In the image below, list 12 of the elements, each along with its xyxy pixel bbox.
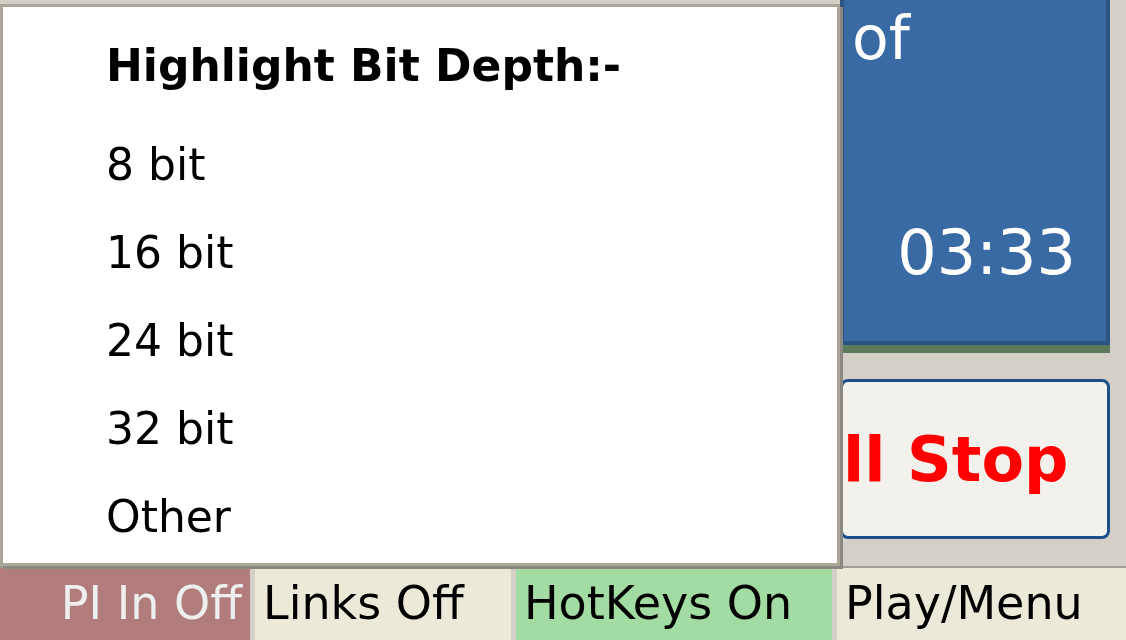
menu-item[interactable]: 24 bit bbox=[106, 297, 837, 385]
menu-item[interactable]: 16 bit bbox=[106, 209, 837, 297]
menu-item[interactable]: 8 bit bbox=[106, 121, 837, 209]
status-indicator[interactable]: Play/Menu bbox=[837, 568, 1126, 640]
display-title: of bbox=[852, 6, 910, 70]
time-readout: 03:33 bbox=[897, 218, 1077, 288]
menu-item[interactable]: Other bbox=[106, 473, 837, 561]
status-indicator[interactable]: Links Off bbox=[255, 568, 511, 640]
menu-heading: Highlight Bit Depth:- bbox=[106, 39, 623, 93]
menu-item[interactable]: 32 bit bbox=[106, 385, 837, 473]
status-indicator[interactable]: HotKeys On bbox=[516, 568, 832, 640]
stop-button[interactable]: ll Stop bbox=[840, 379, 1110, 539]
